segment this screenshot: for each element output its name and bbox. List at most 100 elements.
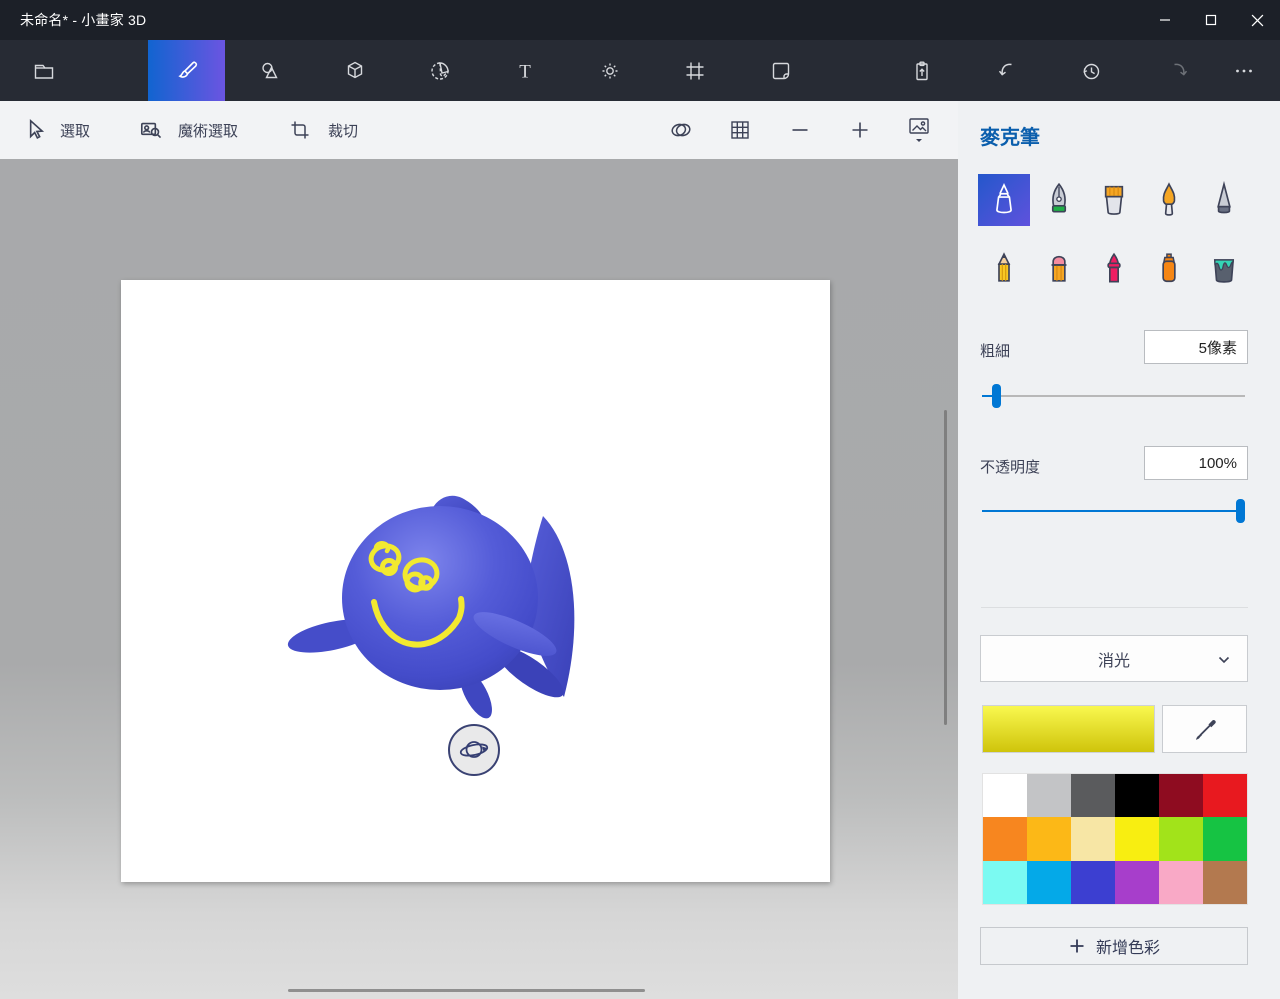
palette-swatch[interactable] xyxy=(1159,774,1203,817)
3d-view-button[interactable] xyxy=(668,101,694,159)
slider-fill xyxy=(982,510,1245,512)
canvas-icon xyxy=(683,59,707,83)
3d-shapes-button[interactable] xyxy=(331,40,379,101)
redo-button[interactable] xyxy=(1155,40,1203,101)
text-tool-button[interactable]: T xyxy=(501,40,549,101)
pixel-pen-icon xyxy=(1204,180,1244,220)
thickness-label: 粗細 xyxy=(980,340,1010,361)
palette-swatch[interactable] xyxy=(1159,861,1203,904)
picture-menu-icon xyxy=(906,115,932,145)
palette-swatch[interactable] xyxy=(1027,861,1071,904)
spray-can-icon xyxy=(1149,250,1189,290)
canvas-area[interactable] xyxy=(0,159,958,999)
2d-shapes-icon xyxy=(258,59,282,83)
magic-select-button[interactable] xyxy=(138,101,164,159)
brush-pixel-pen[interactable] xyxy=(1198,174,1250,226)
select-button[interactable] xyxy=(22,101,48,159)
palette-swatch[interactable] xyxy=(1115,861,1159,904)
palette-swatch[interactable] xyxy=(1071,774,1115,817)
palette-swatch[interactable] xyxy=(1115,817,1159,860)
2d-shapes-button[interactable] xyxy=(246,40,294,101)
eyedropper-icon xyxy=(1192,716,1218,742)
brush-fill-bucket[interactable] xyxy=(1198,244,1250,296)
add-color-button[interactable]: 新增色彩 xyxy=(980,927,1248,965)
brush-marker[interactable] xyxy=(978,174,1030,226)
palette-swatch[interactable] xyxy=(983,817,1027,860)
3d-library-button[interactable] xyxy=(757,40,805,101)
eyedropper-button[interactable] xyxy=(1162,705,1247,753)
picture-menu-button[interactable] xyxy=(906,101,932,159)
fill-bucket-icon xyxy=(1204,250,1244,290)
zoom-in-icon xyxy=(848,118,872,142)
palette-swatch[interactable] xyxy=(1203,774,1247,817)
magic-select-icon xyxy=(138,117,164,143)
effects-icon xyxy=(598,59,622,83)
stickers-icon xyxy=(428,59,452,83)
brush-pencil[interactable] xyxy=(978,244,1030,296)
zoom-in-button[interactable] xyxy=(848,101,872,159)
palette-swatch[interactable] xyxy=(983,861,1027,904)
panel-divider xyxy=(981,607,1248,608)
paste-button[interactable] xyxy=(898,40,946,101)
undo-button[interactable] xyxy=(983,40,1031,101)
crop-button[interactable] xyxy=(288,101,312,159)
brush-eraser[interactable] xyxy=(1033,244,1085,296)
brush-oil-brush[interactable] xyxy=(1143,174,1195,226)
thickness-slider[interactable] xyxy=(982,383,1245,409)
zoom-out-icon xyxy=(788,118,812,142)
main-toolbar: T xyxy=(0,40,1280,101)
brush-calligraphy-pen[interactable] xyxy=(1033,174,1085,226)
undo-icon xyxy=(995,59,1019,83)
palette-swatch[interactable] xyxy=(1159,817,1203,860)
opacity-slider[interactable] xyxy=(982,498,1245,524)
fish-3d-model[interactable] xyxy=(280,480,600,720)
brushes-panel: 麥克筆 xyxy=(958,101,1280,999)
3d-view-icon xyxy=(668,117,694,143)
palette-swatch[interactable] xyxy=(1203,817,1247,860)
palette-swatch[interactable] xyxy=(1115,774,1159,817)
palette-swatch[interactable] xyxy=(1027,774,1071,817)
vertical-scrollbar[interactable] xyxy=(944,410,947,725)
finish-value: 消光 xyxy=(1098,647,1130,671)
crop-label[interactable]: 裁切 xyxy=(328,101,358,159)
canvas-button[interactable] xyxy=(671,40,719,101)
history-button[interactable] xyxy=(1067,40,1115,101)
thickness-input[interactable] xyxy=(1144,330,1248,364)
window-title: 未命名* - 小畫家 3D xyxy=(0,10,146,30)
more-icon xyxy=(1232,59,1256,83)
more-button[interactable] xyxy=(1220,40,1268,101)
select-label[interactable]: 選取 xyxy=(60,101,90,159)
slider-thumb[interactable] xyxy=(992,384,1001,408)
menu-icon xyxy=(32,59,56,83)
palette-swatch[interactable] xyxy=(1071,861,1115,904)
grid-button[interactable] xyxy=(728,101,752,159)
finish-dropdown[interactable]: 消光 xyxy=(980,635,1248,682)
current-color-swatch[interactable] xyxy=(982,705,1155,753)
minimize-button[interactable] xyxy=(1142,0,1188,40)
plus-icon xyxy=(1068,937,1086,955)
stickers-button[interactable] xyxy=(416,40,464,101)
zoom-out-button[interactable] xyxy=(788,101,812,159)
opacity-input[interactable] xyxy=(1144,446,1248,480)
effects-button[interactable] xyxy=(586,40,634,101)
palette-swatch[interactable] xyxy=(1027,817,1071,860)
brushes-tool-button[interactable] xyxy=(148,40,225,101)
cursor-icon xyxy=(22,117,48,143)
slider-thumb[interactable] xyxy=(1236,499,1245,523)
magic-select-label[interactable]: 魔術選取 xyxy=(178,101,238,159)
palette-swatch[interactable] xyxy=(983,774,1027,817)
palette-swatch[interactable] xyxy=(1071,817,1115,860)
brush-spray-can[interactable] xyxy=(1143,244,1195,296)
menu-button[interactable] xyxy=(20,40,68,101)
maximize-button[interactable] xyxy=(1188,0,1234,40)
3d-rotate-handle[interactable] xyxy=(448,724,500,776)
brush-crayon[interactable] xyxy=(1088,244,1140,296)
palette-swatch[interactable] xyxy=(1203,861,1247,904)
calligraphy-pen-icon xyxy=(1039,180,1079,220)
close-button[interactable] xyxy=(1234,0,1280,40)
horizontal-scrollbar[interactable] xyxy=(288,989,645,992)
slider-fill xyxy=(982,395,993,397)
brush-flat-brush[interactable] xyxy=(1088,174,1140,226)
opacity-label: 不透明度 xyxy=(980,456,1040,477)
3d-library-icon xyxy=(769,59,793,83)
